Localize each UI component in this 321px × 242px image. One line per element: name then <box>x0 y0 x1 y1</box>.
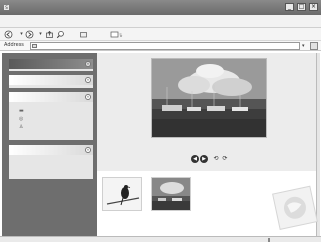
collapse-icon[interactable]: « <box>85 147 91 153</box>
address-dropdown-icon[interactable]: ▾ <box>302 43 308 49</box>
task-panel-header[interactable]: « <box>9 75 93 85</box>
thumbnail-bird[interactable]: bird-on-branch <box>102 177 142 211</box>
up-folder-icon[interactable] <box>45 30 54 39</box>
maximize-button[interactable]: □ <box>297 3 306 11</box>
status-divider <box>268 238 270 242</box>
address-bar: Address ▾ <box>0 41 321 51</box>
search-icon[interactable] <box>56 30 65 39</box>
close-button[interactable]: × <box>309 3 318 11</box>
preview-pane: ◀ ▶ ⟲ ⟳ <box>97 53 316 171</box>
folder-icon <box>32 44 37 48</box>
task-panel-body <box>9 69 93 71</box>
task-panel-body: ▬ ◎ ♙ <box>9 102 93 140</box>
minimize-button[interactable]: _ <box>285 3 294 11</box>
task-panel-header[interactable]: « <box>9 92 93 102</box>
menu-bar[interactable] <box>0 15 321 28</box>
collapse-icon[interactable]: « <box>85 61 91 67</box>
forward-dropdown-icon[interactable]: ▾ <box>36 30 45 39</box>
watermark-logo-icon <box>268 182 320 234</box>
toolbar: ▾ ▾ <box>0 28 321 41</box>
task-panel-header[interactable]: « <box>9 59 93 69</box>
rotate-left-button[interactable]: ⟲ <box>212 155 220 163</box>
task-pane: « « « ▬ ◎ ♙ « <box>2 53 97 236</box>
task-panel-body <box>9 85 93 88</box>
address-label: Address <box>4 42 24 48</box>
views-icon[interactable] <box>110 30 124 39</box>
address-input[interactable] <box>30 42 300 50</box>
task-item-icon[interactable]: ♙ <box>19 124 25 130</box>
next-image-button[interactable]: ▶ <box>200 155 208 163</box>
forward-arrow-icon[interactable] <box>25 30 34 39</box>
app-icon: S <box>4 5 9 10</box>
task-item-icon[interactable]: ▬ <box>19 108 25 114</box>
task-panel-body <box>9 155 93 179</box>
status-bar <box>0 236 321 242</box>
task-item-icon[interactable]: ◎ <box>19 116 25 122</box>
explorer-window: S _ □ × ▾ ▾ Address ▾ « « « ▬ ◎ ♙ « ◀ ▶ … <box>0 0 321 242</box>
collapse-icon[interactable]: « <box>85 94 91 100</box>
photo-preview[interactable] <box>151 58 267 138</box>
rotate-right-button[interactable]: ⟳ <box>221 155 229 163</box>
back-arrow-icon[interactable] <box>4 30 13 39</box>
title-bar[interactable]: S _ □ × <box>0 0 321 15</box>
previous-image-button[interactable]: ◀ <box>191 155 199 163</box>
thumbnail-harbor[interactable]: harbor-boats <box>151 177 191 211</box>
task-panel-header[interactable]: « <box>9 145 93 155</box>
go-button[interactable] <box>310 42 318 50</box>
collapse-icon[interactable]: « <box>85 77 91 83</box>
folders-icon[interactable] <box>79 30 88 39</box>
